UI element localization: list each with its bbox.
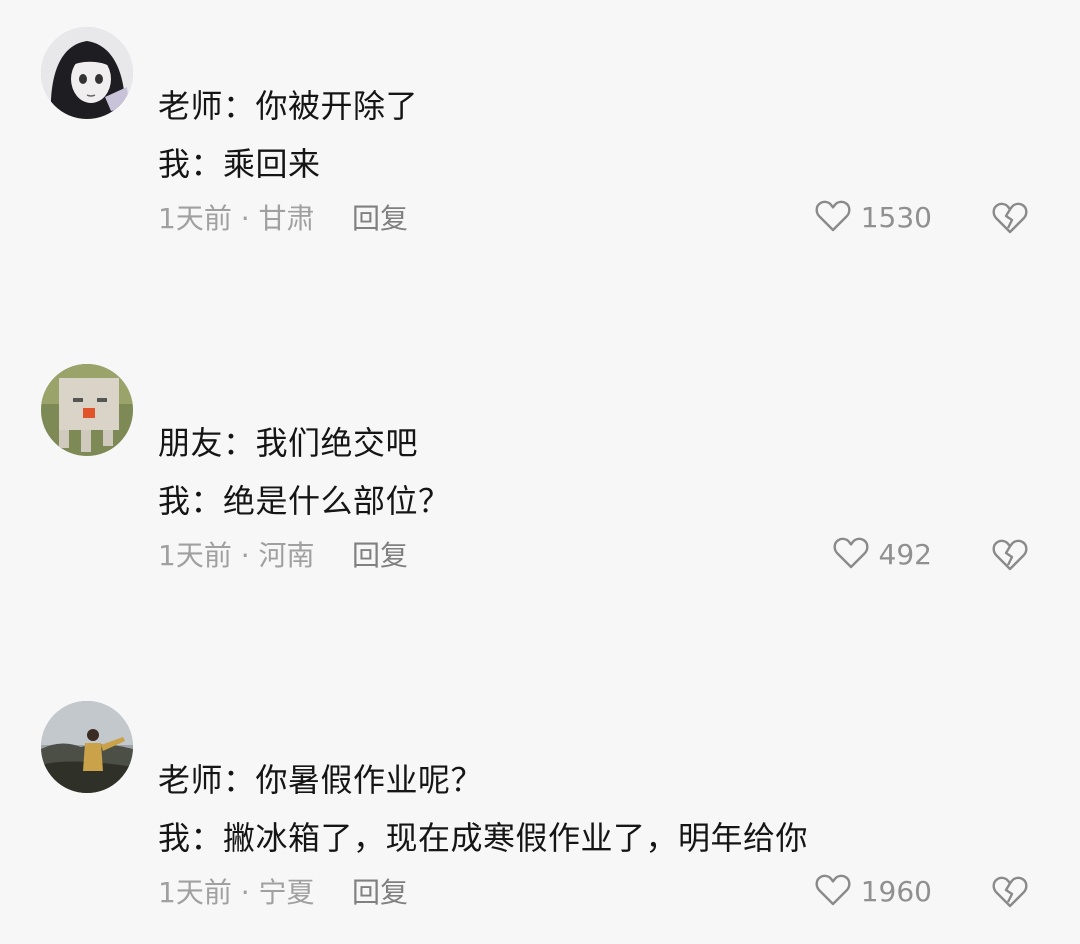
comment-text-line-1: 老师：你暑假作业呢？	[158, 761, 484, 799]
like-button[interactable]: 1960	[813, 872, 932, 912]
reply-button[interactable]: 回复	[352, 538, 408, 574]
comment-item: 老师：你暑假作业呢？ 我：撇冰箱了，现在成寒假作业了，明年给你 1天前 · 宁夏…	[0, 674, 1080, 944]
avatar[interactable]	[41, 27, 133, 119]
avatar[interactable]	[41, 701, 133, 793]
pixel-ghost-avatar-image	[41, 364, 133, 456]
comment-meta: 1天前 · 宁夏	[158, 876, 315, 909]
comment-text-line-2: 我：绝是什么部位？	[158, 482, 451, 520]
heart-outline-icon	[813, 870, 853, 914]
comment-item: 朋友：我们绝交吧 我：绝是什么部位？ 1天前 · 河南 回复 492	[0, 337, 1080, 637]
broken-heart-icon	[990, 202, 1030, 242]
like-button[interactable]: 1530	[813, 198, 932, 238]
like-count: 1960	[860, 875, 932, 908]
broken-heart-icon	[990, 539, 1030, 579]
dislike-button[interactable]	[990, 872, 1030, 912]
comment-text-line-1: 老师：你被开除了	[158, 87, 419, 125]
like-count: 492	[878, 538, 932, 571]
dislike-button[interactable]	[990, 198, 1030, 238]
avatar[interactable]	[41, 364, 133, 456]
reply-button[interactable]: 回复	[352, 875, 408, 911]
comment-text-line-2: 我：撇冰箱了，现在成寒假作业了，明年给你	[158, 819, 809, 857]
heart-outline-icon	[813, 196, 853, 240]
comment-item: 老师：你被开除了 我：乘回来 1天前 · 甘肃 回复 1530	[0, 0, 1080, 300]
reply-button[interactable]: 回复	[352, 201, 408, 237]
comment-meta: 1天前 · 河南	[158, 539, 315, 572]
broken-heart-icon	[990, 876, 1030, 916]
like-count: 1530	[860, 201, 932, 234]
comment-text-line-1: 朋友：我们绝交吧	[158, 424, 419, 462]
anime-girl-avatar-image	[41, 27, 133, 119]
comment-list: 老师：你被开除了 我：乘回来 1天前 · 甘肃 回复 1530 朋友：我们绝交吧…	[0, 0, 1080, 944]
dislike-button[interactable]	[990, 535, 1030, 575]
like-button[interactable]: 492	[831, 535, 932, 575]
comment-text-line-2: 我：乘回来	[158, 145, 321, 183]
photo-avatar-image	[41, 701, 133, 793]
comment-meta: 1天前 · 甘肃	[158, 202, 315, 235]
heart-outline-icon	[831, 533, 871, 577]
